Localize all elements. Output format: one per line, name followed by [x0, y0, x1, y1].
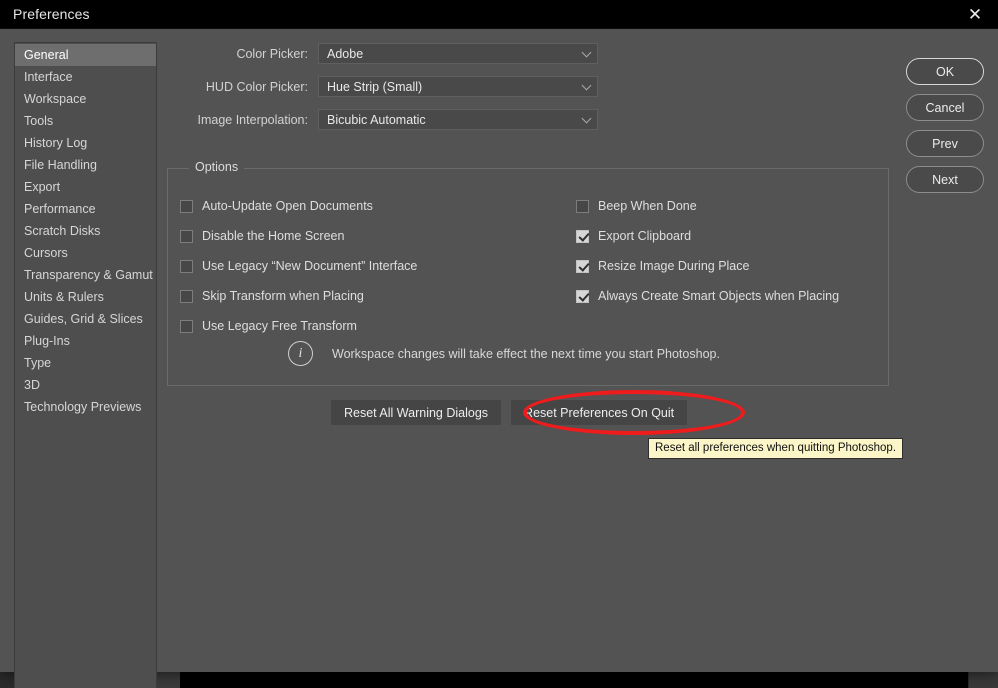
sidebar-item-technology-previews[interactable]: Technology Previews [15, 396, 156, 418]
checkbox-auto-update-open-documents[interactable]: Auto-Update Open Documents [180, 191, 417, 221]
chevron-down-icon [582, 80, 592, 90]
dialog-titlebar: Preferences ✕ [0, 0, 998, 29]
sidebar-item-workspace[interactable]: Workspace [15, 88, 156, 110]
category-list[interactable]: General Interface Workspace Tools Histor… [14, 42, 157, 688]
checkbox-label: Beep When Done [598, 199, 697, 213]
checkbox-label: Use Legacy Free Transform [202, 319, 357, 333]
workspace-note-text: Workspace changes will take effect the n… [332, 347, 720, 361]
checkbox-export-clipboard[interactable]: Export Clipboard [576, 221, 839, 251]
reset-all-warning-dialogs-button[interactable]: Reset All Warning Dialogs [330, 399, 502, 426]
checkbox-box[interactable] [180, 200, 193, 213]
checkbox-skip-transform-when-placing[interactable]: Skip Transform when Placing [180, 281, 417, 311]
cancel-button[interactable]: Cancel [906, 94, 984, 121]
color-picker-label: Color Picker: [170, 47, 318, 61]
preferences-dialog: Preferences ✕ General Interface Workspac… [0, 0, 998, 672]
checkbox-box[interactable] [576, 200, 589, 213]
hud-color-picker-select[interactable]: Hue Strip (Small) [318, 76, 598, 97]
dialog-body: General Interface Workspace Tools Histor… [0, 29, 998, 672]
checkbox-box[interactable] [180, 230, 193, 243]
ok-button[interactable]: OK [906, 58, 984, 85]
checkbox-disable-home-screen[interactable]: Disable the Home Screen [180, 221, 417, 251]
next-button[interactable]: Next [906, 166, 984, 193]
sidebar-item-plug-ins[interactable]: Plug-Ins [15, 330, 156, 352]
prev-button[interactable]: Prev [906, 130, 984, 157]
close-icon[interactable]: ✕ [952, 0, 998, 29]
dialog-title: Preferences [13, 6, 90, 22]
checkbox-use-legacy-new-document-interface[interactable]: Use Legacy “New Document” Interface [180, 251, 417, 281]
options-left-column: Auto-Update Open Documents Disable the H… [180, 191, 417, 341]
hud-color-picker-label: HUD Color Picker: [170, 80, 318, 94]
checkbox-box[interactable] [576, 260, 589, 273]
sidebar-item-file-handling[interactable]: File Handling [15, 154, 156, 176]
color-picker-value: Adobe [319, 47, 363, 61]
checkbox-label: Always Create Smart Objects when Placing [598, 289, 839, 303]
sidebar-item-tools[interactable]: Tools [15, 110, 156, 132]
image-interpolation-row: Image Interpolation: Bicubic Automatic [170, 109, 598, 130]
options-legend: Options [189, 160, 244, 174]
sidebar-item-type[interactable]: Type [15, 352, 156, 374]
checkbox-beep-when-done[interactable]: Beep When Done [576, 191, 839, 221]
sidebar-item-3d[interactable]: 3D [15, 374, 156, 396]
checkbox-label: Use Legacy “New Document” Interface [202, 259, 417, 273]
tooltip: Reset all preferences when quitting Phot… [648, 438, 903, 459]
checkbox-box[interactable] [180, 320, 193, 333]
checkbox-resize-image-during-place[interactable]: Resize Image During Place [576, 251, 839, 281]
hud-color-picker-row: HUD Color Picker: Hue Strip (Small) [170, 76, 598, 97]
reset-preferences-on-quit-button[interactable]: Reset Preferences On Quit [510, 399, 688, 426]
chevron-down-icon [582, 113, 592, 123]
sidebar-item-guides-grid-slices[interactable]: Guides, Grid & Slices [15, 308, 156, 330]
screen: ol ru re Preferences ✕ General Inter [0, 0, 998, 688]
options-group: Options Auto-Update Open Documents Disab… [167, 168, 889, 386]
checkbox-box[interactable] [576, 290, 589, 303]
checkbox-box[interactable] [180, 290, 193, 303]
image-interpolation-select[interactable]: Bicubic Automatic [318, 109, 598, 130]
checkbox-label: Auto-Update Open Documents [202, 199, 373, 213]
workspace-note: i Workspace changes will take effect the… [288, 341, 720, 366]
chevron-down-icon [582, 47, 592, 57]
sidebar-item-interface[interactable]: Interface [15, 66, 156, 88]
sidebar-item-transparency-gamut[interactable]: Transparency & Gamut [15, 264, 156, 286]
hud-color-picker-value: Hue Strip (Small) [319, 80, 422, 94]
color-picker-select[interactable]: Adobe [318, 43, 598, 64]
sidebar-item-units-rulers[interactable]: Units & Rulers [15, 286, 156, 308]
reset-button-row: Reset All Warning Dialogs Reset Preferen… [330, 399, 688, 426]
info-icon: i [288, 341, 313, 366]
status-bar [180, 670, 970, 688]
sidebar-item-cursors[interactable]: Cursors [15, 242, 156, 264]
dialog-actions: OK Cancel Prev Next [906, 58, 984, 193]
sidebar-item-performance[interactable]: Performance [15, 198, 156, 220]
checkbox-label: Resize Image During Place [598, 259, 749, 273]
checkbox-label: Disable the Home Screen [202, 229, 344, 243]
checkbox-box[interactable] [180, 260, 193, 273]
sidebar-item-export[interactable]: Export [15, 176, 156, 198]
checkbox-use-legacy-free-transform[interactable]: Use Legacy Free Transform [180, 311, 417, 341]
sidebar-item-general[interactable]: General [15, 44, 156, 66]
image-interpolation-label: Image Interpolation: [170, 113, 318, 127]
color-picker-row: Color Picker: Adobe [170, 43, 598, 64]
options-right-column: Beep When Done Export Clipboard Resize I… [576, 191, 839, 311]
image-interpolation-value: Bicubic Automatic [319, 113, 426, 127]
sidebar-item-scratch-disks[interactable]: Scratch Disks [15, 220, 156, 242]
sidebar-item-history-log[interactable]: History Log [15, 132, 156, 154]
checkbox-box[interactable] [576, 230, 589, 243]
checkbox-label: Export Clipboard [598, 229, 691, 243]
checkbox-label: Skip Transform when Placing [202, 289, 364, 303]
checkbox-always-create-smart-objects-when-placing[interactable]: Always Create Smart Objects when Placing [576, 281, 839, 311]
